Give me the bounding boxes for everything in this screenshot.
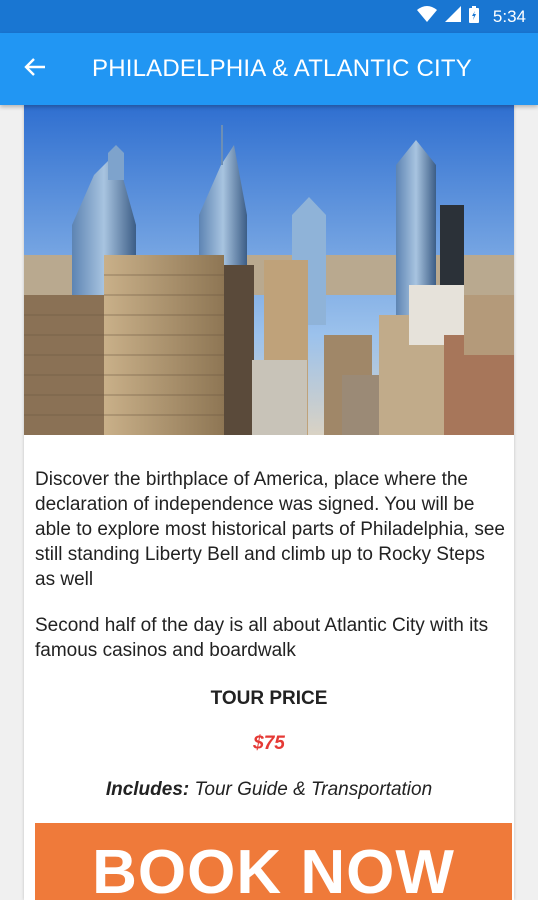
tour-price-heading: TOUR PRICE (210, 688, 328, 709)
includes-value: Tour Guide & Transportation (194, 779, 433, 800)
status-bar: 5:34 (0, 0, 538, 33)
arrow-back-icon (24, 57, 46, 82)
tour-card: Discover the birthplace of America, plac… (24, 105, 514, 900)
signal-icon (444, 6, 461, 27)
app-bar: PHILADELPHIA & ATLANTIC CITY (0, 33, 538, 105)
tour-price: $75 (253, 733, 285, 754)
book-now-button[interactable]: BOOK NOW (35, 823, 512, 900)
includes-line: Includes: Tour Guide & Transportation (24, 779, 514, 801)
wifi-icon (416, 6, 437, 27)
description-paragraph-2: Second half of the day is all about Atla… (35, 615, 489, 661)
back-button[interactable] (0, 33, 70, 105)
tour-description: Discover the birthplace of America, plac… (35, 467, 505, 684)
page-title: PHILADELPHIA & ATLANTIC CITY (92, 55, 472, 82)
city-skyline-image (24, 105, 514, 435)
battery-icon (468, 5, 479, 28)
description-paragraph-1: Discover the birthplace of America, plac… (35, 469, 505, 590)
includes-label: Includes: (105, 779, 190, 800)
status-time: 5:34 (492, 6, 526, 26)
